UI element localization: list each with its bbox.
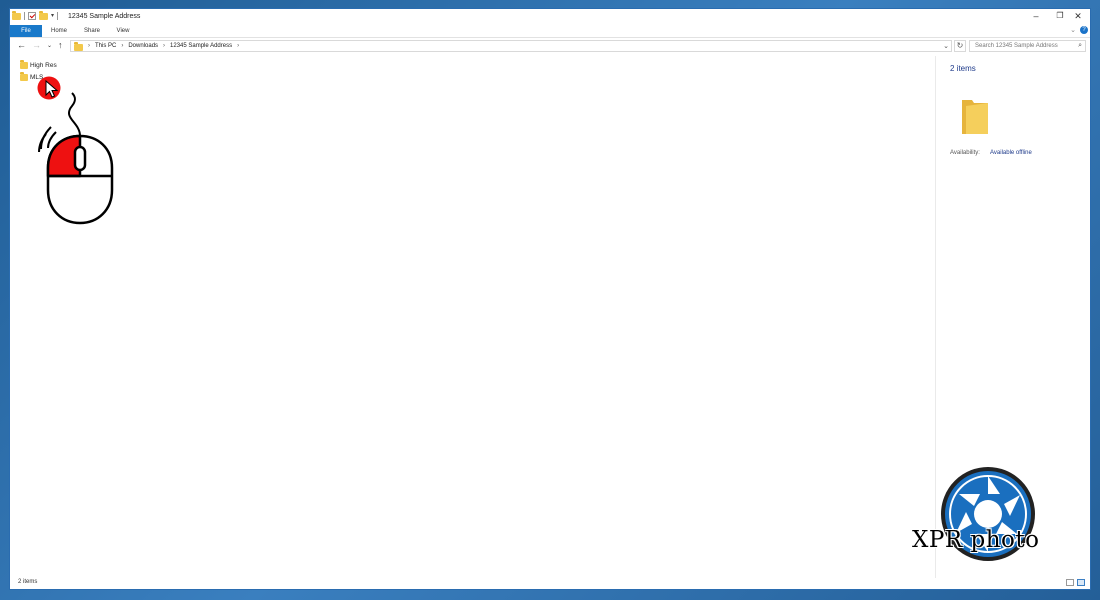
breadcrumb-downloads[interactable]: Downloads bbox=[128, 43, 158, 49]
help-icon[interactable]: ? bbox=[1080, 26, 1088, 34]
search-placeholder: Search 12345 Sample Address bbox=[975, 43, 1058, 49]
close-icon[interactable]: ✕ bbox=[1068, 11, 1088, 22]
minimize-icon[interactable]: – bbox=[1026, 11, 1046, 21]
window-title: 12345 Sample Address bbox=[68, 13, 141, 20]
mouse-icon bbox=[38, 92, 114, 225]
tab-view[interactable]: View bbox=[112, 25, 134, 37]
breadcrumb-this-pc[interactable]: This PC bbox=[95, 43, 116, 49]
up-icon[interactable]: ↑ bbox=[58, 40, 63, 50]
status-text: 2 items bbox=[18, 579, 38, 585]
watermark-text: XPR photo bbox=[912, 527, 1040, 553]
search-input[interactable]: Search 12345 Sample Address ⌕ bbox=[969, 40, 1086, 52]
file-name: High Res bbox=[30, 62, 57, 69]
refresh-icon[interactable]: ↻ bbox=[954, 40, 966, 52]
expand-ribbon-icon[interactable]: ⌄ bbox=[1070, 26, 1076, 34]
folder-icon bbox=[12, 10, 21, 20]
recent-locations-icon[interactable]: ⌄ bbox=[47, 42, 52, 49]
title-bar: ▾ 12345 Sample Address – ❐ ✕ bbox=[10, 9, 1090, 25]
quick-access-toolbar: ▾ bbox=[12, 10, 59, 20]
address-bar[interactable]: › This PC › Downloads › 12345 Sample Add… bbox=[70, 40, 952, 52]
folder-icon bbox=[20, 60, 28, 69]
customize-toolbar-icon[interactable]: ▾ bbox=[51, 12, 54, 20]
tab-share[interactable]: Share bbox=[78, 25, 106, 37]
forward-icon[interactable]: → bbox=[32, 40, 41, 50]
folder-icon bbox=[74, 41, 83, 51]
status-bar: 2 items bbox=[10, 577, 1090, 589]
file-list: High Res MLS bbox=[10, 56, 934, 578]
chevron-right-icon[interactable]: › bbox=[121, 43, 123, 49]
large-icons-view-icon[interactable] bbox=[1077, 579, 1085, 586]
details-view-icon[interactable] bbox=[1066, 579, 1074, 586]
chevron-down-icon[interactable]: ⌄ bbox=[943, 41, 949, 52]
new-folder-icon[interactable] bbox=[39, 10, 48, 20]
tab-home[interactable]: Home bbox=[46, 25, 72, 37]
properties-icon[interactable] bbox=[28, 12, 36, 20]
search-icon: ⌕ bbox=[1078, 42, 1082, 49]
divider bbox=[24, 12, 25, 20]
back-icon[interactable]: ← bbox=[17, 40, 26, 50]
item-count: 2 items bbox=[950, 64, 976, 73]
ribbon: File Home Share View ⌄ ? bbox=[10, 25, 1090, 38]
maximize-icon[interactable]: ❐ bbox=[1050, 11, 1070, 20]
navigation-bar: ← → ⌄ ↑ › This PC › Downloads › 12345 Sa… bbox=[10, 38, 1090, 54]
availability-value: Available offline bbox=[990, 150, 1032, 156]
availability-label: Availability: bbox=[950, 150, 980, 156]
list-item[interactable]: High Res bbox=[20, 60, 57, 69]
chevron-right-icon[interactable]: › bbox=[237, 43, 239, 49]
divider bbox=[57, 12, 59, 20]
chevron-right-icon[interactable]: › bbox=[163, 43, 165, 49]
folder-icon bbox=[962, 100, 988, 134]
breadcrumb-current[interactable]: 12345 Sample Address bbox=[170, 43, 232, 49]
folder-icon bbox=[20, 72, 28, 81]
tab-file[interactable]: File bbox=[10, 25, 42, 37]
chevron-right-icon[interactable]: › bbox=[88, 43, 90, 49]
